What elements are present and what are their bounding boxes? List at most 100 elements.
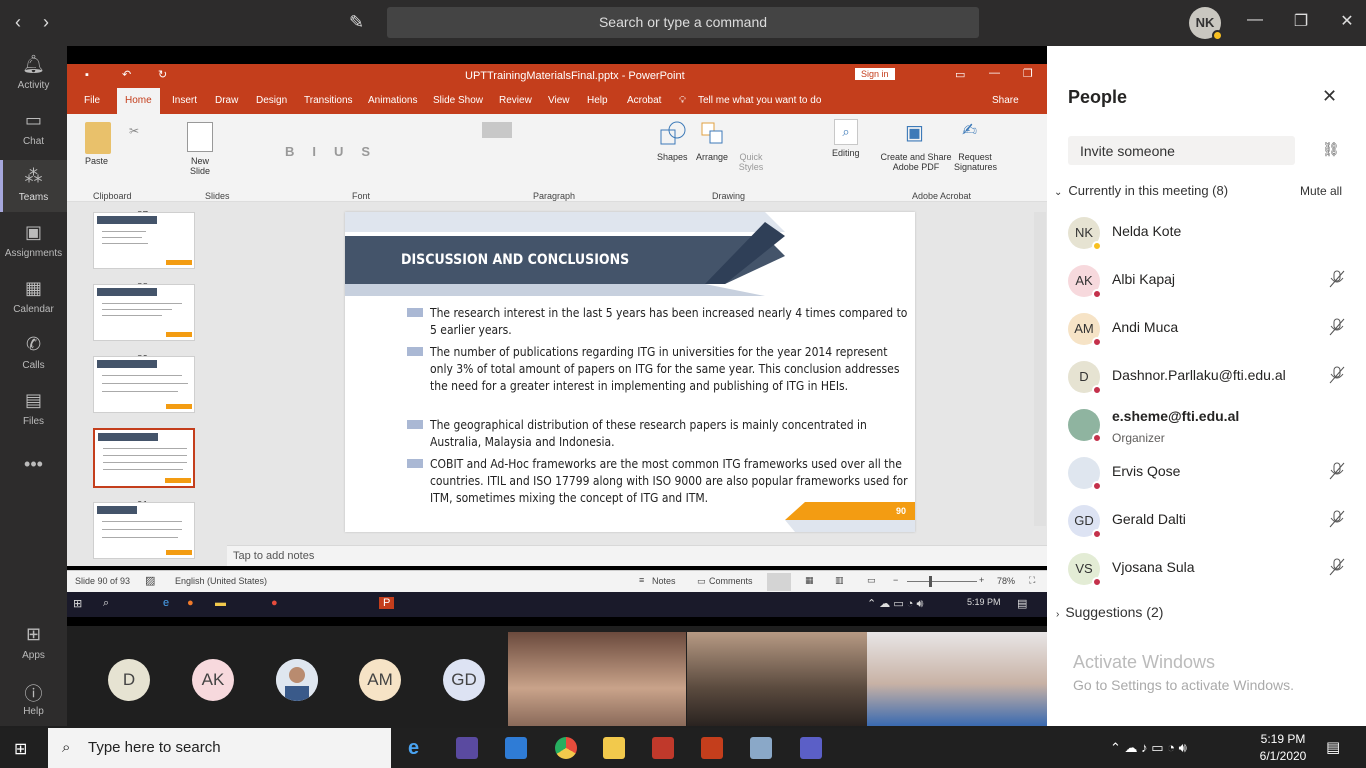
- tab-file[interactable]: File: [84, 95, 100, 106]
- normal-view-icon[interactable]: [767, 573, 791, 591]
- redo-icon[interactable]: ↻: [158, 68, 167, 81]
- participant-video[interactable]: [508, 632, 686, 726]
- shapes-icon[interactable]: [659, 120, 687, 150]
- notifications-icon[interactable]: ▤: [1326, 738, 1340, 756]
- tab-animations[interactable]: Animations: [368, 95, 417, 106]
- participant-avatar[interactable]: GD: [443, 659, 485, 701]
- participant-video[interactable]: [867, 632, 1047, 726]
- slide-thumbnail[interactable]: [93, 356, 195, 413]
- cut-icon[interactable]: ✂: [129, 124, 139, 138]
- editing-button[interactable]: Editing: [832, 148, 860, 158]
- editor-scrollbar[interactable]: [1034, 212, 1046, 526]
- windows-start-icon[interactable]: ⊞: [14, 739, 27, 759]
- slide-sorter-icon[interactable]: ▦: [805, 575, 814, 586]
- system-tray-icons[interactable]: ⌃ ☁ ♪ ▭ ◔ 🔊︎: [1110, 740, 1187, 756]
- back-arrow-icon[interactable]: ‹: [8, 12, 28, 33]
- rail-apps[interactable]: ⊞ Apps: [0, 624, 67, 661]
- invite-input[interactable]: Invite someone: [1068, 136, 1295, 165]
- language-indicator[interactable]: English (United States): [175, 576, 267, 586]
- zoom-level[interactable]: 78%: [997, 576, 1015, 586]
- zoom-out-icon[interactable]: −: [893, 575, 898, 585]
- devtools-icon[interactable]: [456, 737, 478, 759]
- chrome-icon[interactable]: [555, 737, 577, 759]
- close-icon[interactable]: ✕: [1322, 86, 1337, 107]
- participant-avatar[interactable]: AM: [359, 659, 401, 701]
- participant-row[interactable]: D Dashnor.Parllaku@fti.edu.al: [1047, 353, 1366, 401]
- slideshow-icon[interactable]: ▭: [867, 575, 876, 586]
- participant-avatar-photo[interactable]: [276, 659, 318, 701]
- link-icon[interactable]: ⛓: [1322, 141, 1340, 158]
- rail-help[interactable]: ⓘ Help: [0, 680, 67, 717]
- participant-row[interactable]: AK Albi Kapaj: [1047, 257, 1366, 305]
- tab-insert[interactable]: Insert: [172, 95, 197, 106]
- rail-assignments[interactable]: ▣ Assignments: [0, 222, 67, 259]
- ribbon-display-icon[interactable]: ▭: [955, 68, 965, 81]
- participant-row[interactable]: AM Andi Muca: [1047, 305, 1366, 353]
- font-format-buttons[interactable]: BIUS: [285, 144, 388, 159]
- fit-slide-icon[interactable]: ⛶: [1029, 575, 1035, 586]
- tell-me-input[interactable]: Tell me what you want to do: [698, 95, 821, 106]
- teams-taskbar-icon[interactable]: [800, 737, 822, 759]
- reading-view-icon[interactable]: ▥: [835, 575, 844, 586]
- compose-icon[interactable]: ✎: [349, 12, 364, 33]
- mic-muted-icon[interactable]: [1329, 366, 1345, 387]
- tab-draw[interactable]: Draw: [215, 95, 238, 106]
- taskbar-search-input[interactable]: Type here to search: [48, 728, 391, 768]
- paint-icon[interactable]: [750, 737, 772, 759]
- mic-muted-icon[interactable]: [1329, 318, 1345, 339]
- ppt-restore-icon[interactable]: ❐: [1023, 67, 1033, 80]
- suggestions-section[interactable]: › Suggestions (2): [1056, 604, 1163, 620]
- quick-styles-button[interactable]: Quick Styles: [737, 152, 765, 172]
- participant-row[interactable]: VS Vjosana Sula: [1047, 545, 1366, 593]
- arrange-button[interactable]: Arrange: [696, 152, 728, 162]
- rail-calendar[interactable]: ▦ Calendar: [0, 278, 67, 315]
- meeting-section-header[interactable]: ⌄ Currently in this meeting (8): [1054, 183, 1228, 198]
- signature-icon[interactable]: ✍: [962, 120, 984, 148]
- sign-in-button[interactable]: Sign in: [855, 68, 895, 80]
- more-apps-ellipsis[interactable]: •••: [0, 454, 67, 480]
- adobe-pdf-icon[interactable]: ▣: [905, 120, 927, 148]
- tab-help[interactable]: Help: [587, 95, 608, 106]
- my-avatar[interactable]: NK: [1189, 7, 1223, 41]
- mute-all-button[interactable]: Mute all: [1300, 184, 1342, 198]
- participant-row[interactable]: GD Gerald Dalti: [1047, 497, 1366, 545]
- participant-row[interactable]: Ervis Qose: [1047, 449, 1366, 497]
- zoom-in-icon[interactable]: +: [979, 575, 984, 585]
- tab-design[interactable]: Design: [256, 95, 287, 106]
- spellcheck-icon[interactable]: ▨: [145, 574, 155, 587]
- taskbar-clock[interactable]: 5:19 PM 6/1/2020: [1252, 731, 1314, 765]
- search-icon[interactable]: ⌕: [834, 119, 858, 145]
- ppt-minimize-icon[interactable]: —: [989, 67, 1000, 79]
- mic-muted-icon[interactable]: [1329, 462, 1345, 483]
- rail-files[interactable]: ▤ Files: [0, 390, 67, 427]
- tab-acrobat[interactable]: Acrobat: [627, 95, 661, 106]
- tab-home[interactable]: Home: [117, 88, 160, 114]
- mic-muted-icon[interactable]: [1329, 510, 1345, 531]
- arrange-icon[interactable]: [701, 122, 725, 150]
- close-window-icon[interactable]: ✕: [1335, 11, 1359, 31]
- maximize-icon[interactable]: ❐: [1289, 11, 1313, 31]
- slide-thumbnail-selected[interactable]: [93, 428, 195, 488]
- minimize-icon[interactable]: —: [1243, 11, 1267, 29]
- tab-review[interactable]: Review: [499, 95, 532, 106]
- mic-muted-icon[interactable]: [1329, 270, 1345, 291]
- file-explorer-icon[interactable]: [603, 737, 625, 759]
- rail-chat[interactable]: ▭ Chat: [0, 110, 67, 147]
- shapes-button[interactable]: Shapes: [657, 152, 688, 162]
- participant-row[interactable]: NK Nelda Kote: [1047, 209, 1366, 257]
- paste-icon[interactable]: [85, 122, 111, 154]
- request-signatures-button[interactable]: Request Signatures: [954, 152, 997, 172]
- comments-toggle-button[interactable]: Comments: [709, 576, 753, 586]
- edge-icon[interactable]: e: [408, 737, 430, 759]
- tab-transitions[interactable]: Transitions: [304, 95, 353, 106]
- save-icon[interactable]: ▪: [85, 69, 89, 81]
- paste-button[interactable]: Paste: [85, 156, 108, 166]
- rail-calls[interactable]: ✆ Calls: [0, 334, 67, 371]
- undo-icon[interactable]: ↶: [122, 68, 131, 81]
- command-search-input[interactable]: Search or type a command: [387, 7, 979, 38]
- share-button[interactable]: Share: [992, 95, 1019, 106]
- forward-arrow-icon[interactable]: ›: [36, 12, 56, 33]
- slide-thumbnail[interactable]: [93, 212, 195, 269]
- notes-toggle-button[interactable]: Notes: [652, 576, 676, 586]
- mail-icon[interactable]: [505, 737, 527, 759]
